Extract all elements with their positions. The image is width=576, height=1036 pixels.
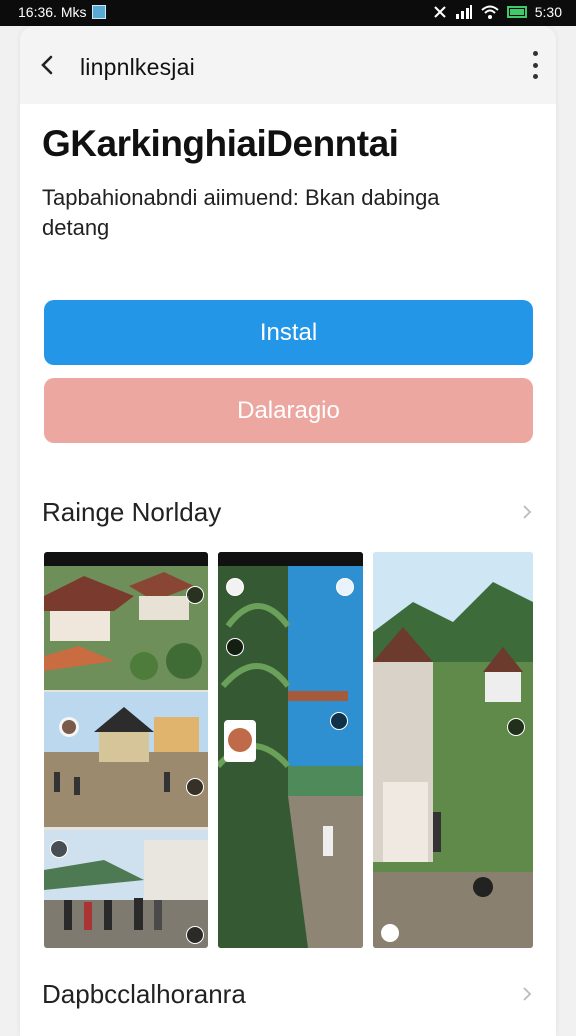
chevron-right-icon (523, 505, 532, 519)
avatar (224, 720, 256, 762)
share-icon[interactable] (186, 586, 204, 604)
heart-icon[interactable] (381, 924, 399, 942)
battery-icon (506, 6, 527, 18)
app-title: GKarkinghiaiDenntai (42, 123, 399, 164)
back-arrow-icon[interactable] (36, 53, 60, 77)
avatar-icon (226, 578, 244, 596)
cloud-icon (336, 578, 354, 596)
chevron-right-icon (523, 987, 532, 1001)
camera-icon[interactable] (226, 638, 244, 656)
secondary-action-button[interactable]: Dalaragio (44, 378, 533, 443)
expand-icon[interactable] (186, 926, 204, 944)
status-time-left: 16:36. Mks (18, 4, 87, 20)
video-icon[interactable] (50, 840, 68, 858)
screenshots-section-title: Rainge Norlday (42, 496, 222, 527)
app-details-card: linpnlkesjai GKarkinghiaiDenntai Tapbahi… (20, 26, 556, 1036)
install-button[interactable]: Instal (44, 300, 533, 365)
status-bar: 16:36. Mks 5:30 (0, 0, 576, 26)
rotate-icon[interactable] (186, 778, 204, 796)
details-section-title: Dapbcclalhoranra (42, 978, 246, 1009)
mini-status-bar (44, 552, 208, 566)
screenshots-section-header[interactable]: Rainge Norlday (42, 492, 534, 532)
mini-status-bar (218, 552, 363, 566)
hill-village-image (373, 552, 533, 948)
more-vert-icon[interactable] (530, 51, 540, 79)
temple-plaza-image (44, 692, 208, 827)
app-bar-title: linpnlkesjai (80, 54, 195, 80)
wifi-icon (481, 5, 499, 19)
village-roofs-image (44, 566, 208, 690)
share-icon[interactable] (507, 718, 525, 736)
play-icon[interactable] (330, 712, 348, 730)
signal-icon (455, 5, 472, 19)
network-icon (434, 6, 446, 18)
screenshots-carousel[interactable] (44, 552, 534, 948)
street-crowd-image (44, 830, 208, 948)
screenshot-1[interactable] (44, 552, 208, 948)
app-description: Tapbahionabndi aiimuend: Bkan dabinga de… (42, 185, 440, 240)
screenshot-2[interactable] (218, 552, 363, 948)
gallery-notification-icon (92, 5, 107, 19)
app-bar: linpnlkesjai (20, 26, 556, 104)
details-section-header[interactable]: Dapbcclalhoranra (42, 974, 534, 1014)
screenshot-3[interactable] (373, 552, 533, 948)
status-time-right: 5:30 (534, 4, 562, 20)
